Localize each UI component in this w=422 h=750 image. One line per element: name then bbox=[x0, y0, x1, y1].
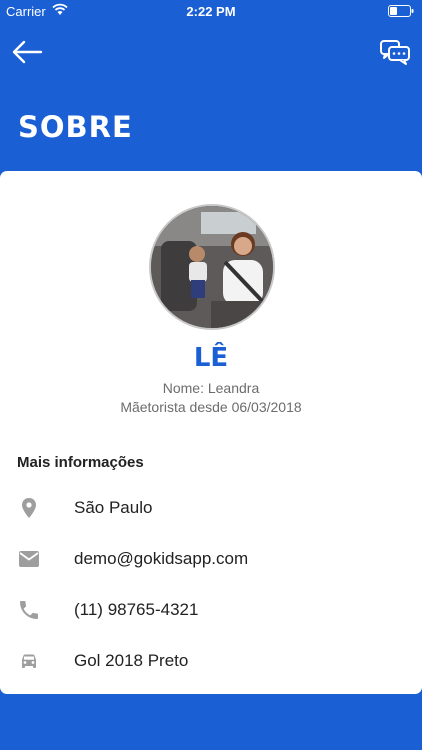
info-row-car: Gol 2018 Preto bbox=[0, 641, 422, 681]
phone-icon bbox=[17, 598, 41, 622]
info-phone[interactable]: (11) 98765-4321 bbox=[74, 600, 198, 620]
arrow-left-icon bbox=[12, 40, 43, 64]
status-bar: Carrier 2:22 PM bbox=[0, 0, 422, 22]
info-email[interactable]: demo@gokidsapp.com bbox=[74, 549, 248, 569]
car-icon bbox=[17, 649, 41, 673]
profile-photo bbox=[151, 206, 273, 328]
battery-icon bbox=[388, 5, 414, 20]
mail-icon bbox=[17, 547, 41, 571]
profile-card: LÊ Nome: Leandra Mãetorista desde 06/03/… bbox=[0, 171, 422, 694]
info-row-phone[interactable]: (11) 98765-4321 bbox=[0, 590, 422, 630]
info-row-city: São Paulo bbox=[0, 488, 422, 528]
profile-since: Mãetorista desde 06/03/2018 bbox=[120, 399, 302, 415]
chat-button[interactable] bbox=[378, 38, 412, 66]
info-car: Gol 2018 Preto bbox=[74, 651, 189, 670]
location-pin-icon bbox=[17, 496, 41, 520]
profile-name: Nome: Leandra bbox=[162, 380, 260, 396]
page-title: SOBRE bbox=[18, 110, 133, 144]
chat-bubbles-icon bbox=[380, 40, 410, 65]
avatar bbox=[149, 204, 275, 330]
info-city: São Paulo bbox=[74, 498, 153, 517]
back-button[interactable] bbox=[10, 38, 44, 66]
section-title-more-info: Mais informações bbox=[17, 454, 144, 471]
profile-nickname: LÊ bbox=[193, 343, 229, 373]
info-row-email[interactable]: demo@gokidsapp.com bbox=[0, 539, 422, 579]
clock: 2:22 PM bbox=[186, 4, 236, 19]
